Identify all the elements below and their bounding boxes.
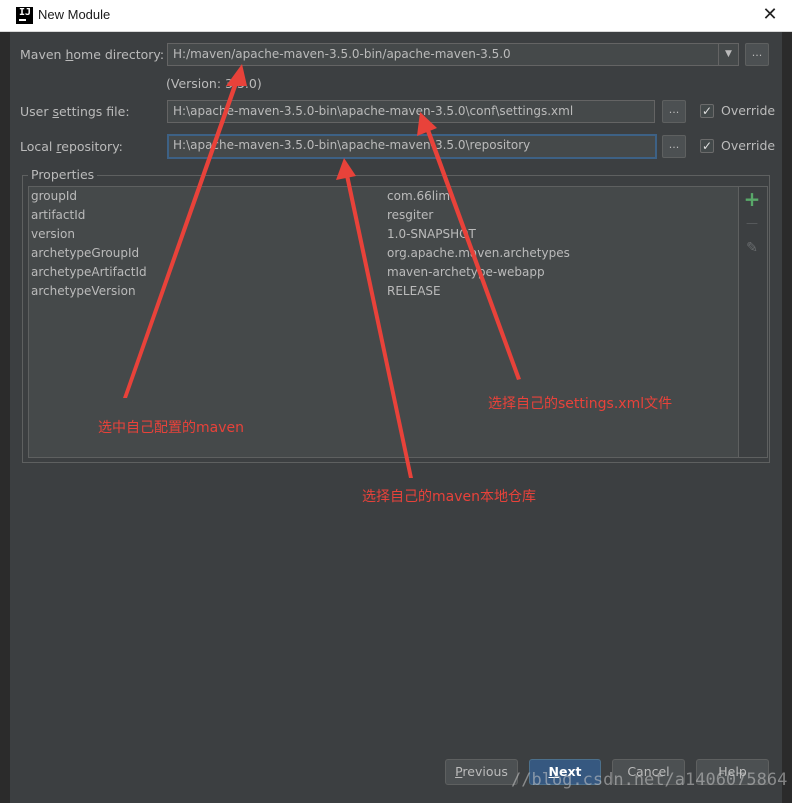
annotation-arrows	[123, 64, 521, 478]
annotation-repository: 选择自己的maven本地仓库	[362, 489, 536, 505]
previous-button[interactable]: Previous	[445, 759, 518, 785]
watermark-text: //blog.csdn.net/a1406075864	[511, 770, 788, 790]
annotation-settings: 选择自己的settings.xml文件	[488, 396, 673, 412]
annotation-maven: 选中自己配置的maven	[98, 420, 244, 436]
